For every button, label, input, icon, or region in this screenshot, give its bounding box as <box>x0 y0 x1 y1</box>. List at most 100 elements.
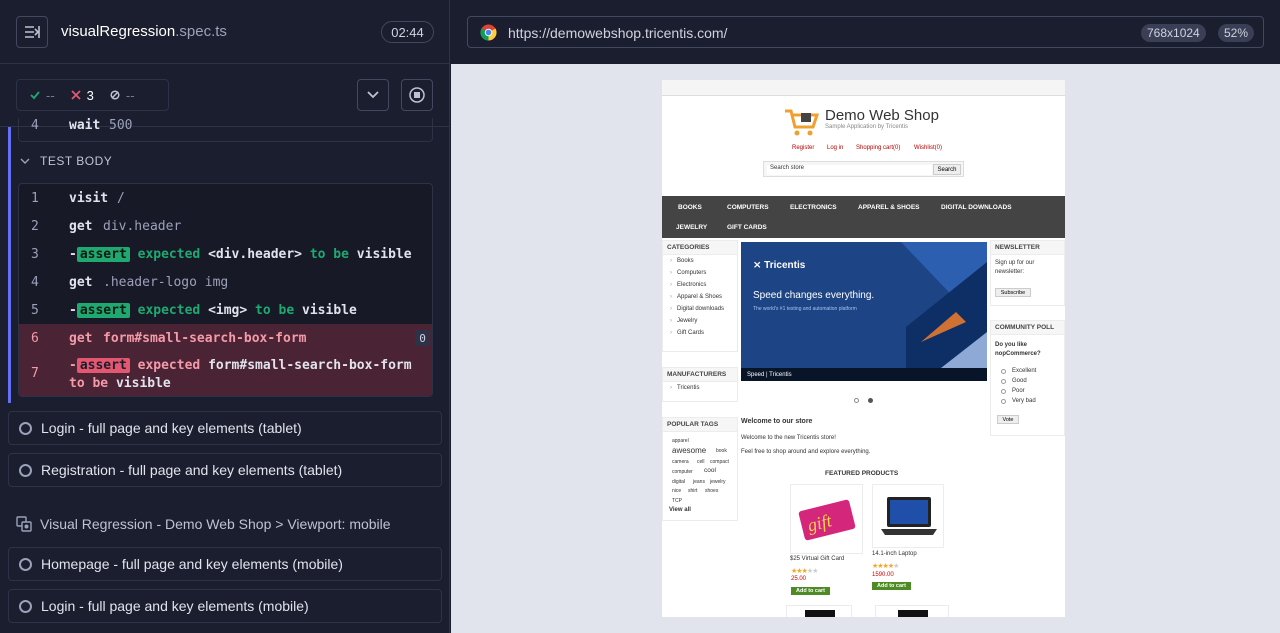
test-body-label: TEST BODY <box>40 154 113 168</box>
gift-card-image: gift <box>798 499 856 541</box>
test-title: Homepage - full page and key elements (m… <box>41 556 343 572</box>
product-rating: ★★★★★ <box>872 563 899 570</box>
slider-subtext: The world's #1 testing and automation pl… <box>753 306 857 312</box>
command-row[interactable]: 2 get div.header <box>19 212 432 240</box>
aut-header: https://demowebshop.tricentis.com/ 768x1… <box>451 0 1280 64</box>
wishlist-link[interactable]: Wishlist(0) <box>914 145 942 151</box>
tag-link[interactable]: shirt <box>688 488 697 494</box>
tag-link[interactable]: compact <box>710 459 729 465</box>
suite-header[interactable]: Visual Regression - Demo Web Shop > View… <box>16 516 391 532</box>
tag-link[interactable]: cool <box>704 467 716 474</box>
nav-item[interactable]: ELECTRONICS <box>790 204 837 211</box>
tags-block: POPULAR TAGS apparel awesome book camera… <box>662 417 738 521</box>
category-link[interactable]: Books <box>663 255 737 267</box>
product-image[interactable] <box>872 484 944 548</box>
product-image[interactable] <box>875 605 949 617</box>
manufacturer-link[interactable]: Tricentis <box>663 382 737 394</box>
tag-link[interactable]: apparel <box>672 438 689 444</box>
test-item[interactable]: Homepage - full page and key elements (m… <box>8 547 442 581</box>
tag-link[interactable]: digital <box>672 479 685 485</box>
stop-button[interactable] <box>401 79 433 111</box>
product-thumbnail <box>805 610 835 617</box>
tag-link[interactable]: awesome <box>672 446 706 455</box>
passed-count: -- <box>46 87 55 103</box>
search-button[interactable]: Search <box>933 164 961 175</box>
category-link[interactable]: Digital downloads <box>663 303 737 315</box>
cart-link[interactable]: Shopping cart(0) <box>856 145 900 151</box>
poll-option[interactable]: Very bad <box>1001 396 1036 406</box>
nav-item[interactable]: GIFT CARDS <box>727 224 767 231</box>
assert-row[interactable]: 5 - assert expected <img> to be visible <box>19 296 432 324</box>
product-image[interactable] <box>786 605 852 617</box>
site-logo[interactable]: Demo Web Shop Sample Application by Tric… <box>783 107 939 137</box>
search-input[interactable]: Search store <box>767 165 932 175</box>
command-row[interactable]: 4 get .header-logo img <box>19 268 432 296</box>
tag-link[interactable]: shoes <box>705 488 718 494</box>
product-title[interactable]: 14.1-inch Laptop <box>872 551 917 557</box>
product-image[interactable]: gift <box>790 484 863 554</box>
category-link[interactable]: Computers <box>663 267 737 279</box>
test-item[interactable]: Registration - full page and key element… <box>8 453 442 487</box>
slider-dot[interactable] <box>854 398 859 403</box>
vote-button[interactable]: Vote <box>997 415 1019 424</box>
toggle-specs-button[interactable] <box>16 16 48 48</box>
assert-message: - assert expected form#small-search-box-f… <box>69 358 412 391</box>
slider-dot[interactable] <box>868 398 873 403</box>
nav-item[interactable]: JEWELRY <box>676 224 707 231</box>
cart-logo-icon <box>785 109 819 136</box>
tag-link[interactable]: TCP <box>672 498 682 504</box>
category-link[interactable]: Apparel & Shoes <box>663 291 737 303</box>
aut-iframe[interactable]: Demo Web Shop Sample Application by Tric… <box>662 80 1065 617</box>
line-number: 4 <box>31 274 39 290</box>
add-to-cart-button[interactable]: Add to cart <box>791 587 830 595</box>
nav-item[interactable]: APPAREL & SHOES <box>858 204 920 211</box>
chrome-icon <box>480 24 497 41</box>
poll-option[interactable]: Excellent <box>1001 366 1036 376</box>
tag-link[interactable]: jewelry <box>710 479 726 485</box>
category-link[interactable]: Gift Cards <box>663 327 737 339</box>
product-title[interactable]: $25 Virtual Gift Card <box>790 556 844 562</box>
register-link[interactable]: Register <box>792 145 814 151</box>
test-item[interactable]: Login - full page and key elements (tabl… <box>8 411 442 445</box>
test-body-header[interactable]: TEST BODY <box>20 154 112 168</box>
add-to-cart-button[interactable]: Add to cart <box>872 582 911 590</box>
poll-option[interactable]: Poor <box>1001 386 1036 396</box>
poll-option-label: Good <box>1012 378 1027 384</box>
nav-item[interactable]: DIGITAL DOWNLOADS <box>941 204 1012 211</box>
hook-command-row[interactable]: 4 wait 500 <box>18 118 433 142</box>
poll-option-label: Poor <box>1012 388 1025 394</box>
tag-link[interactable]: jeans <box>693 479 705 485</box>
failed-assert-row[interactable]: 7 - assert expected form#small-search-box… <box>19 352 432 396</box>
login-link[interactable]: Log in <box>827 145 843 151</box>
nav-item[interactable]: BOOKS <box>678 204 702 211</box>
tag-link[interactable]: nice <box>672 488 681 494</box>
assert-subject: <div.header> <box>208 246 302 262</box>
nav-item[interactable]: COMPUTERS <box>727 204 769 211</box>
pending-count: -- <box>125 87 135 103</box>
view-all-link[interactable]: View all <box>669 507 691 513</box>
poll-option[interactable]: Good <box>1001 376 1036 386</box>
line-number: 1 <box>31 190 39 206</box>
category-link[interactable]: Jewelry <box>663 315 737 327</box>
assert-row[interactable]: 3 - assert expected <div.header> to be vi… <box>19 240 432 268</box>
tag-link[interactable]: camera <box>672 459 689 465</box>
assert-badge: assert <box>76 358 130 373</box>
home-slider[interactable]: ⨯ Tricentis Speed changes everything. Th… <box>741 242 987 381</box>
subscribe-button[interactable]: Subscribe <box>995 288 1031 297</box>
command-row[interactable]: 1 visit / <box>19 184 432 212</box>
test-body-commands: 1 visit / 2 get div.header 3 - assert exp… <box>18 183 433 397</box>
url-bar[interactable]: https://demowebshop.tricentis.com/ 768x1… <box>467 16 1264 48</box>
test-title: Login - full page and key elements (tabl… <box>41 420 302 436</box>
zoom-badge[interactable]: 52% <box>1218 24 1255 42</box>
tag-link[interactable]: computer <box>672 469 693 475</box>
failed-command-row[interactable]: 6 get form#small-search-box-form 0 <box>19 324 432 352</box>
stats-summary: -- 3 -- <box>16 79 169 111</box>
test-item[interactable]: Login - full page and key elements (mobi… <box>8 589 442 623</box>
viewport-badge[interactable]: 768x1024 <box>1141 24 1206 42</box>
tag-link[interactable]: book <box>716 448 727 454</box>
assert-value: visible <box>115 376 171 391</box>
categories-block: CATEGORIES Books Computers Electronics A… <box>662 240 738 352</box>
expand-collapse-button[interactable] <box>357 79 389 111</box>
tag-link[interactable]: cell <box>697 459 705 465</box>
category-link[interactable]: Electronics <box>663 279 737 291</box>
